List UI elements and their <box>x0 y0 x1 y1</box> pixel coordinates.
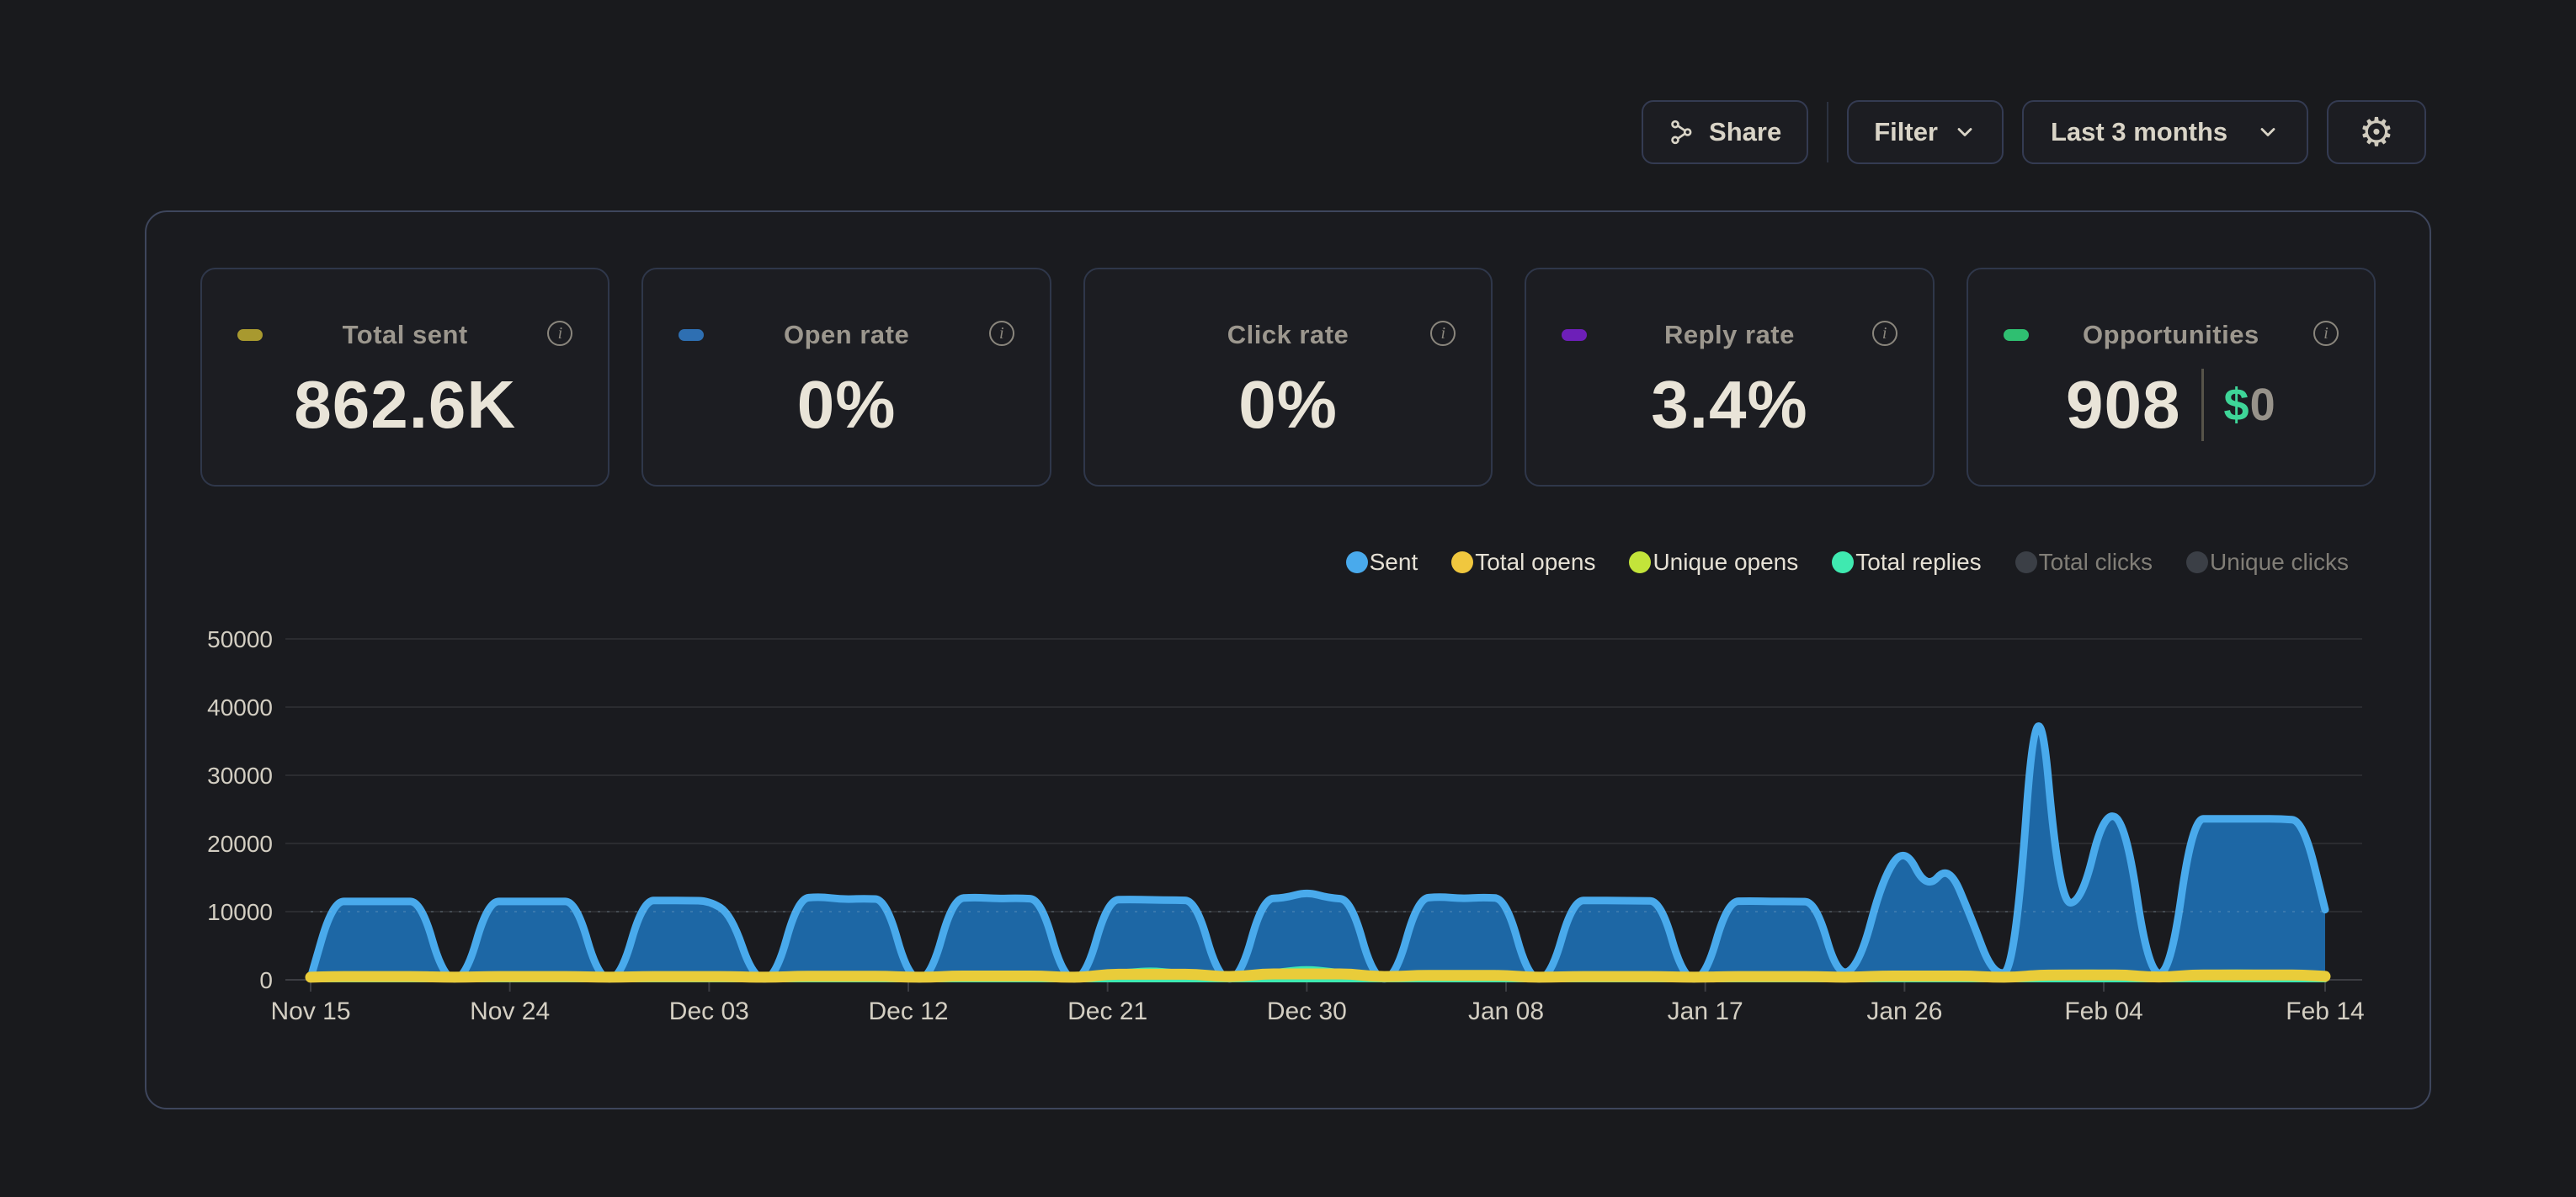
legend-label: Unique clicks <box>2210 549 2349 576</box>
legend-item-total-clicks[interactable]: Total clicks <box>2015 549 2153 576</box>
x-axis-label: Jan 17 <box>1668 998 1743 1025</box>
toolbar-divider <box>1827 102 1828 162</box>
legend-label: Total clicks <box>2039 549 2153 576</box>
sending-volume-chart[interactable]: 0 10000 20000 30000 40000 50000 Nov 15 Nov 24 De… <box>205 619 2367 1048</box>
info-icon[interactable] <box>2313 321 2339 346</box>
opportunities-amount: 0 <box>2250 379 2276 431</box>
legend-swatch <box>1832 551 1854 573</box>
legend-swatch <box>1629 551 1651 573</box>
series-dot <box>237 329 263 341</box>
x-axis-label: Dec 12 <box>868 998 948 1025</box>
analytics-panel: Total sent 862.6K Open rate 0% Click rat… <box>145 210 2431 1109</box>
stat-cards-row: Total sent 862.6K Open rate 0% Click rat… <box>200 268 2376 487</box>
stat-card-value: 862.6K <box>294 348 516 485</box>
filter-button[interactable]: Filter <box>1847 100 2004 164</box>
x-axis-label: Jan 08 <box>1468 998 1544 1025</box>
x-axis-label: Nov 24 <box>470 998 550 1025</box>
y-axis-label: 30000 <box>207 763 273 789</box>
series-total-opens <box>311 974 2325 977</box>
stat-card-label: Opportunities <box>2083 320 2259 350</box>
stat-card-label: Click rate <box>1227 320 1349 350</box>
series-dot <box>2004 329 2029 341</box>
stat-card-click-rate: Click rate 0% <box>1083 268 1493 487</box>
opportunities-count: 908 <box>2066 366 2180 444</box>
legend-item-unique-opens[interactable]: Unique opens <box>1629 549 1798 576</box>
gear-icon: ⚙ <box>2359 113 2394 152</box>
x-axis-label: Feb 04 <box>2064 998 2142 1025</box>
legend-swatch <box>2186 551 2208 573</box>
x-axis-label: Dec 30 <box>1267 998 1347 1025</box>
stat-card-label: Total sent <box>343 320 468 350</box>
y-axis-label: 10000 <box>207 899 273 925</box>
x-axis-label: Feb 14 <box>2286 998 2364 1025</box>
value-divider <box>2201 369 2204 441</box>
legend-item-total-opens[interactable]: Total opens <box>1451 549 1595 576</box>
y-axis-label: 50000 <box>207 626 273 652</box>
share-icon <box>1669 119 1695 146</box>
legend-label: Total opens <box>1475 549 1595 576</box>
opportunities-money: $ 0 <box>2224 379 2276 431</box>
legend-label: Total replies <box>1855 549 1981 576</box>
chart-legend: Sent Total opens Unique opens Total repl… <box>1346 549 2349 576</box>
share-button-label: Share <box>1709 117 1781 147</box>
info-icon[interactable] <box>1872 321 1897 346</box>
toolbar: Share Filter Last 3 months ⚙ <box>1642 100 2426 164</box>
stat-card-open-rate: Open rate 0% <box>641 268 1051 487</box>
legend-swatch <box>1346 551 1368 573</box>
y-axis-label: 20000 <box>207 831 273 857</box>
date-range-label: Last 3 months <box>2051 117 2227 147</box>
stat-card-opportunities: Opportunities 908 $ 0 <box>1967 268 2376 487</box>
stat-card-total-sent: Total sent 862.6K <box>200 268 609 487</box>
filter-button-label: Filter <box>1874 117 1938 147</box>
stat-card-value: 0% <box>797 348 897 485</box>
currency-symbol: $ <box>2224 379 2250 431</box>
info-icon[interactable] <box>1430 321 1456 346</box>
legend-swatch <box>1451 551 1473 573</box>
stat-card-label: Reply rate <box>1664 320 1795 350</box>
legend-label: Sent <box>1370 549 1418 576</box>
x-axis-label: Dec 21 <box>1067 998 1147 1025</box>
stat-card-label: Open rate <box>784 320 909 350</box>
stat-card-value: 3.4% <box>1651 348 1807 485</box>
legend-item-total-replies[interactable]: Total replies <box>1832 549 1981 576</box>
share-button[interactable]: Share <box>1642 100 1808 164</box>
analytics-dashboard: { "toolbar": { "share_label": "Share", "… <box>0 0 2576 1197</box>
legend-swatch <box>2015 551 2037 573</box>
chart-canvas: 0 10000 20000 30000 40000 50000 Nov 15 Nov 24 De… <box>205 619 2367 1048</box>
x-axis-label: Dec 03 <box>669 998 749 1025</box>
stat-card-value: 0% <box>1238 348 1338 485</box>
stat-card-reply-rate: Reply rate 3.4% <box>1525 268 1934 487</box>
y-axis-label: 40000 <box>207 694 273 721</box>
series-dot <box>1562 329 1587 341</box>
info-icon[interactable] <box>547 321 572 346</box>
series-dot <box>1120 329 1146 341</box>
series-dot <box>679 329 704 341</box>
x-axis-label: Nov 15 <box>270 998 350 1025</box>
chevron-down-icon <box>2256 120 2280 144</box>
chevron-down-icon <box>1953 120 1977 144</box>
legend-item-sent[interactable]: Sent <box>1346 549 1418 576</box>
info-icon[interactable] <box>989 321 1014 346</box>
y-axis-label: 0 <box>259 967 273 993</box>
legend-item-unique-clicks[interactable]: Unique clicks <box>2186 549 2349 576</box>
settings-button[interactable]: ⚙ <box>2327 100 2426 164</box>
legend-label: Unique opens <box>1653 549 1798 576</box>
x-axis-label: Jan 26 <box>1866 998 1942 1025</box>
date-range-dropdown[interactable]: Last 3 months <box>2022 100 2308 164</box>
